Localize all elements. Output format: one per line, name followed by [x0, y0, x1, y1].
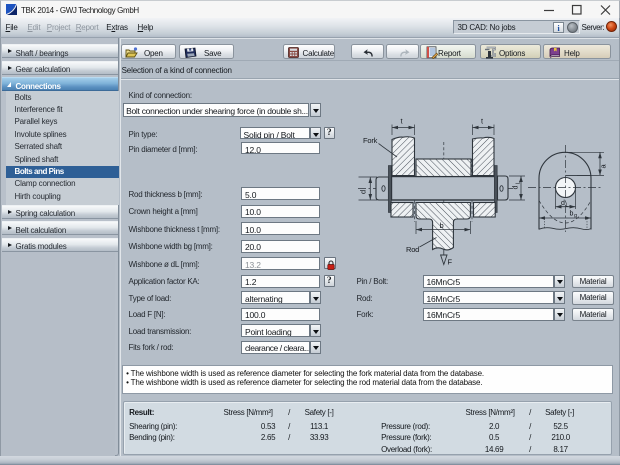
svg-text:b: b	[440, 221, 444, 230]
svg-text:d: d	[561, 200, 565, 207]
svg-text:d: d	[513, 185, 520, 189]
svg-text:t: t	[401, 117, 404, 126]
svg-text:d: d	[359, 190, 368, 194]
svg-text:L: L	[566, 203, 569, 209]
svg-text:Rod: Rod	[406, 245, 419, 254]
svg-text:b: b	[570, 210, 574, 217]
svg-text:F: F	[448, 258, 453, 267]
svg-text:t: t	[481, 117, 484, 126]
svg-text:Fork: Fork	[363, 136, 378, 145]
svg-text:g: g	[574, 213, 577, 219]
svg-text:L: L	[516, 181, 522, 184]
